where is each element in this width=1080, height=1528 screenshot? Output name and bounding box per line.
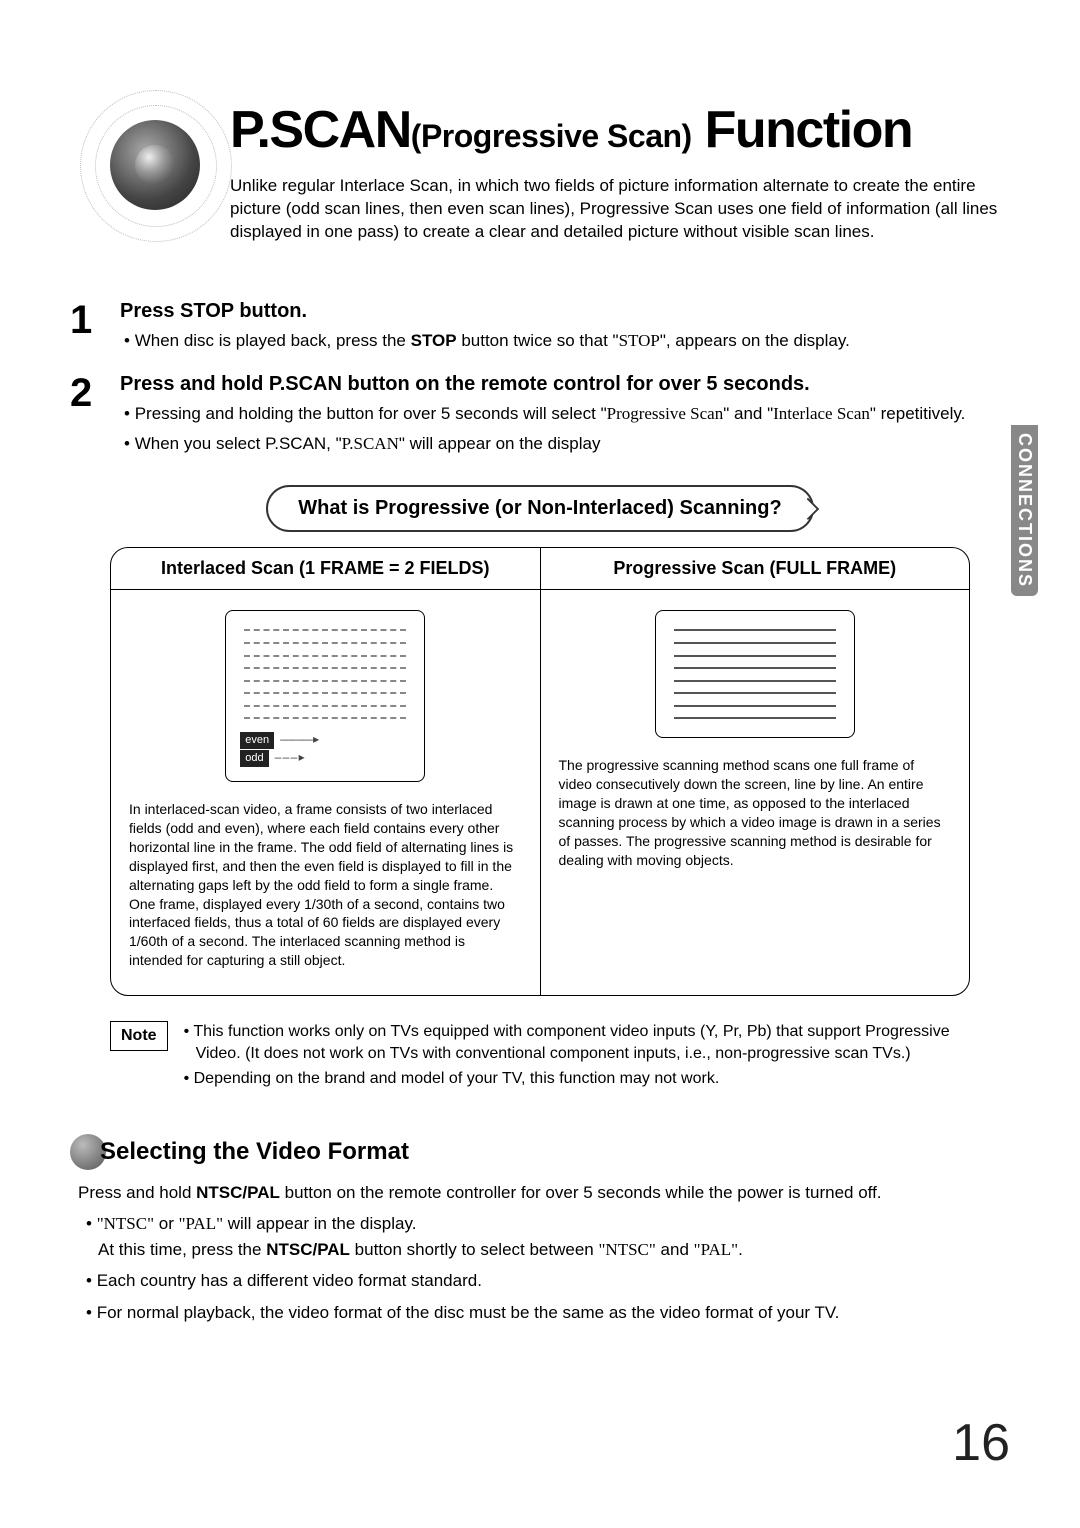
progressive-header: Progressive Scan (FULL FRAME) — [541, 548, 970, 589]
progressive-column: The progressive scanning method scans on… — [541, 590, 970, 995]
progressive-description: The progressive scanning method scans on… — [559, 756, 952, 869]
scan-explain-title: What is Progressive (or Non-Interlaced) … — [266, 485, 813, 532]
step-1: 1 Press STOP button. When disc is played… — [70, 300, 1010, 353]
interlaced-description: In interlaced-scan video, a frame consis… — [129, 800, 522, 970]
scan-compare-box: Interlaced Scan (1 FRAME = 2 FIELDS) Pro… — [110, 547, 970, 996]
interlaced-header: Interlaced Scan (1 FRAME = 2 FIELDS) — [111, 548, 541, 589]
title-pscan: P.SCAN — [230, 101, 411, 159]
interlaced-illustration: even———▸ odd– – – ▸ — [225, 610, 425, 782]
progressive-illustration — [655, 610, 855, 738]
step-2: 2 Press and hold P.SCAN button on the re… — [70, 373, 1010, 456]
even-label: even — [240, 732, 274, 749]
step-heading: Press STOP button. — [120, 300, 1010, 323]
step-bullet: When you select P.SCAN, "P.SCAN" will ap… — [136, 432, 1010, 456]
video-format-bullet: Each country has a different video forma… — [98, 1268, 1010, 1294]
video-format-bullet: "NTSC" or "PAL" will appear in the displ… — [98, 1211, 1010, 1262]
step-heading: Press and hold P.SCAN button on the remo… — [120, 373, 1010, 396]
video-format-body: Press and hold NTSC/PAL button on the re… — [78, 1180, 1010, 1326]
title-function: Function — [692, 101, 912, 159]
note-item: Depending on the brand and model of your… — [196, 1068, 970, 1090]
step-bullet: Pressing and holding the button for over… — [136, 402, 1010, 426]
odd-label: odd — [240, 750, 268, 767]
note-box: Note This function works only on TVs equ… — [110, 1021, 970, 1094]
step-number: 1 — [70, 300, 110, 340]
title-paren: (Progressive Scan) — [411, 118, 692, 154]
page-header: P.SCAN(Progressive Scan) Function Unlike… — [70, 100, 1010, 280]
video-format-title: Selecting the Video Format — [100, 1138, 409, 1166]
video-format-lead: Press and hold NTSC/PAL button on the re… — [78, 1180, 1010, 1206]
section-tab-connections: CONNECTIONS — [1011, 425, 1038, 596]
intro-text: Unlike regular Interlace Scan, in which … — [230, 175, 1010, 244]
video-format-heading: Selecting the Video Format — [70, 1134, 1010, 1170]
manual-page: CONNECTIONS P.SCAN(Progressive Scan) Fun… — [0, 0, 1080, 1528]
step-number: 2 — [70, 373, 110, 413]
step-bullet: When disc is played back, press the STOP… — [136, 329, 1010, 353]
page-title: P.SCAN(Progressive Scan) Function — [230, 100, 1010, 160]
interlaced-column: even———▸ odd– – – ▸ In interlaced-scan v… — [111, 590, 541, 995]
note-label: Note — [110, 1021, 168, 1051]
note-item: This function works only on TVs equipped… — [196, 1021, 970, 1064]
page-number: 16 — [952, 1413, 1010, 1473]
video-format-bullet: For normal playback, the video format of… — [98, 1300, 1010, 1326]
speaker-icon — [60, 70, 250, 260]
